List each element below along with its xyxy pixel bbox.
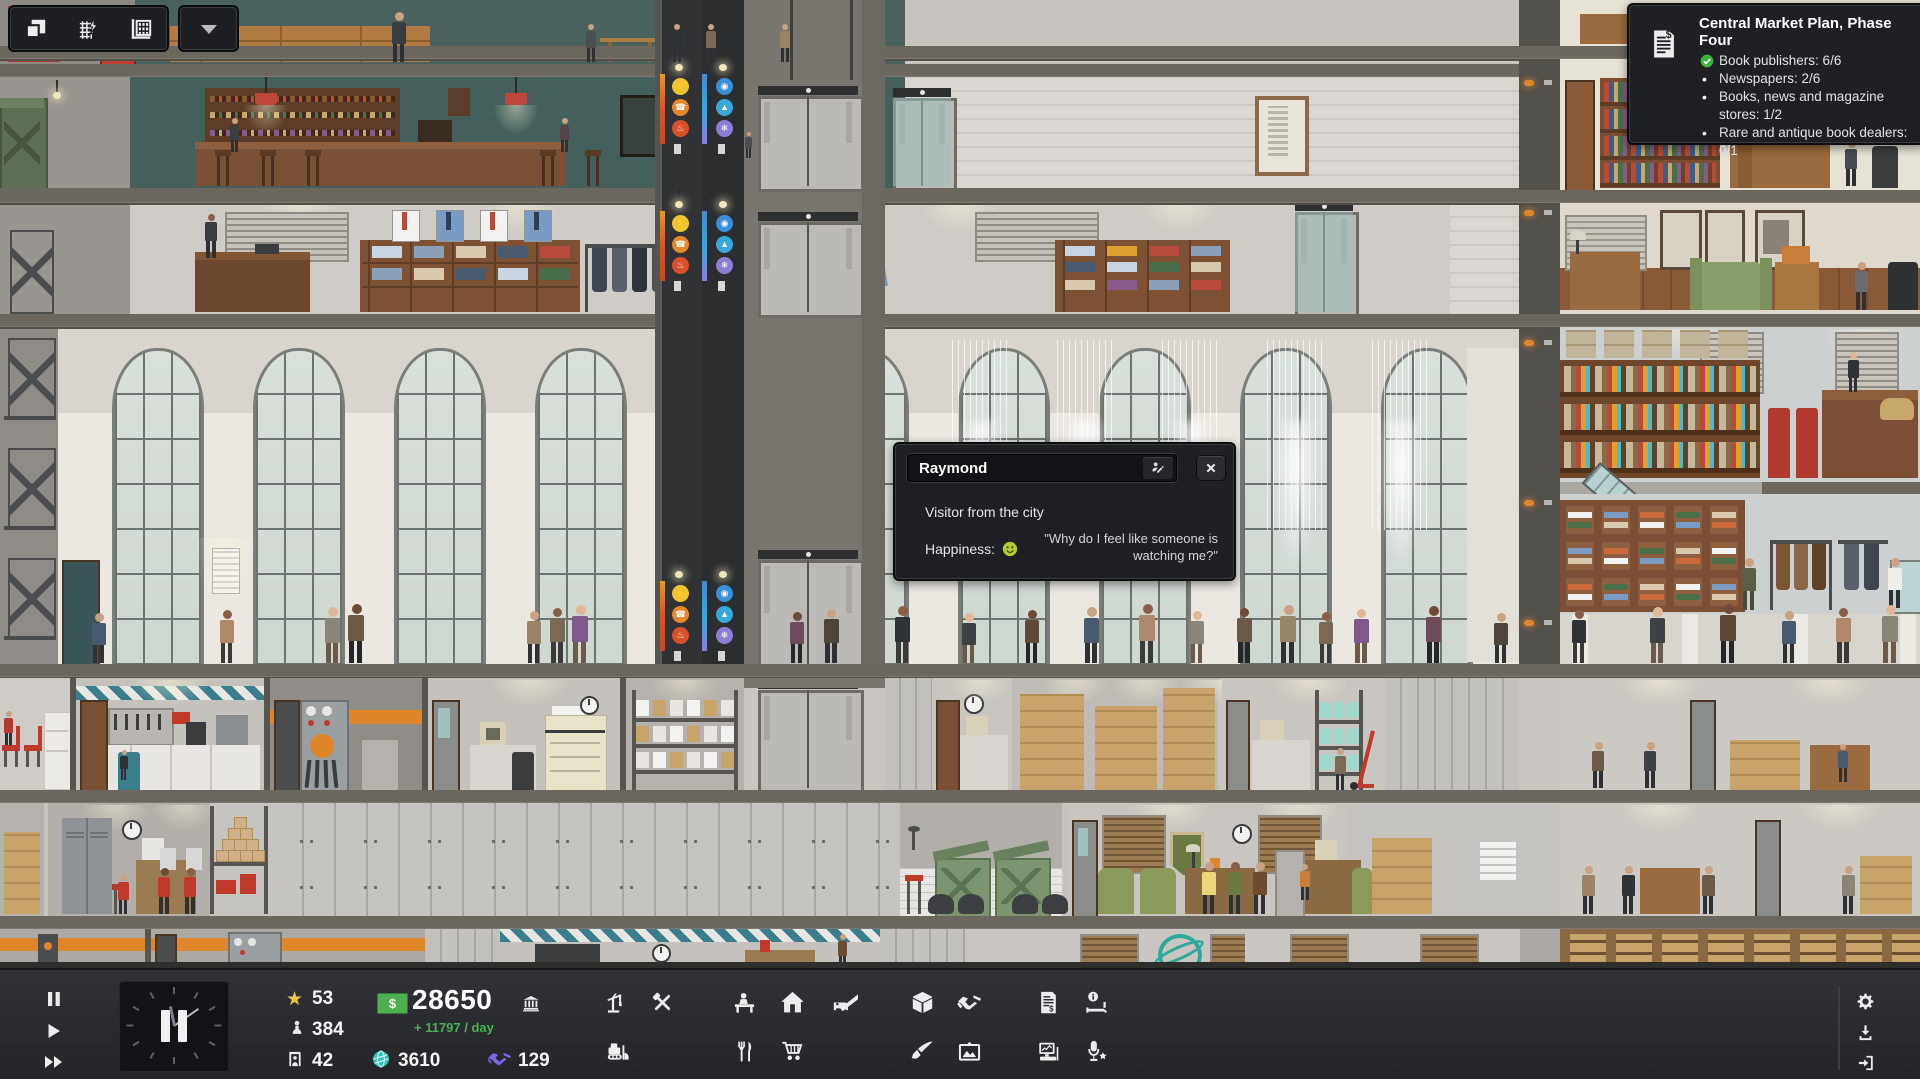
happiness-label: Happiness: [925,541,995,557]
chevron-down-icon [197,17,221,41]
hotel-rooms-icon [831,989,858,1016]
settings-button[interactable] [1855,991,1876,1012]
influence-count: 3610 [398,1050,440,1072]
reports-button[interactable] [1035,1038,1062,1065]
apartments-icon [779,989,806,1016]
build-construction-button[interactable] [604,989,631,1016]
utility-grid-icon [75,16,101,42]
goal-item-text: Book publishers: 6/6 [1719,52,1841,70]
demolish-button[interactable] [604,1038,631,1065]
gear-icon [1855,991,1876,1012]
hotel-rooms-button[interactable] [831,989,858,1016]
hotel-info-icon [1083,989,1110,1016]
building-grid-icon [128,16,154,42]
bullet-icon [1699,88,1719,124]
layers-icon [23,16,49,42]
leases-icon: $ [1035,989,1062,1016]
art-icon [956,1038,983,1065]
goal-item-text: Rare and antique book dealers: 0/1 [1719,124,1911,160]
services-button[interactable] [909,989,936,1016]
events-button[interactable] [1082,1038,1109,1065]
person-role: Visitor from the city [925,504,1044,520]
services-icon [909,989,936,1016]
events-icon [1082,1038,1109,1065]
build-utilities-button[interactable] [649,989,676,1016]
restaurants-icon [731,1038,758,1065]
rename-button[interactable] [1143,457,1173,479]
tenant-count: 42 [312,1050,333,1072]
play-button[interactable] [47,1023,61,1039]
goal-item: Books, news and magazine stores: 1/2 [1699,88,1911,124]
retail-icon [779,1038,806,1065]
happy-face-icon [1001,540,1019,558]
hotel-info-button[interactable] [1083,989,1110,1016]
favors-icon [487,1050,513,1068]
goal-panel[interactable]: $ Central Market Plan, Phase Four Book p… [1627,3,1920,145]
fast-forward-button[interactable] [44,1055,64,1069]
close-icon [1204,461,1218,475]
bullet-icon [1699,124,1719,160]
star-icon: ★ [286,988,303,1011]
person-name-field[interactable]: Raymond [907,454,1177,482]
toolbar-collapse [178,5,239,52]
population-icon [289,1019,305,1036]
goal-item: Rare and antique book dealers: 0/1 [1699,124,1911,160]
influence-icon [371,1049,391,1069]
deals-icon [956,989,983,1016]
exit-door-icon [1857,1054,1875,1072]
person-happiness: Happiness: [925,540,1019,558]
goal-title: Central Market Plan, Phase Four [1699,15,1911,49]
svg-text:$: $ [1666,29,1672,41]
overlay-toolbar [8,5,169,52]
exit-button[interactable] [1857,1054,1875,1072]
cash-amount: 28650 [412,984,492,1016]
check-icon [1699,52,1719,70]
save-button[interactable] [1856,1023,1875,1042]
goal-item: Book publishers: 6/6 [1699,52,1911,70]
offices-icon [731,989,758,1016]
game-clock [119,981,229,1072]
utilities-overlay-button[interactable] [68,11,108,47]
floors-overlay-button[interactable] [121,11,161,47]
decor-icon [909,1038,936,1065]
daily-income: + 11797 / day [414,1020,494,1035]
leases-button[interactable]: $ [1035,989,1062,1016]
restaurants-button[interactable] [731,1038,758,1065]
deals-button[interactable] [956,989,983,1016]
layers-overlay-button[interactable] [16,11,56,47]
tenants-icon [286,1050,304,1068]
svg-text:$: $ [1049,1004,1054,1013]
hud-divider [1838,986,1840,1070]
edit-person-icon [1150,460,1166,476]
decor-button[interactable] [909,1038,936,1065]
person-name: Raymond [907,460,1143,477]
apartments-button[interactable] [779,989,806,1016]
build-construction-icon [604,989,631,1016]
goal-item-text: Books, news and magazine stores: 1/2 [1719,88,1911,124]
demolish-icon [604,1038,631,1065]
bullet-icon [1699,70,1719,88]
goal-item: Newspapers: 2/6 [1699,70,1911,88]
goal-item-text: Newspapers: 2/6 [1719,70,1820,88]
build-utilities-icon [649,989,676,1016]
retail-button[interactable] [779,1038,806,1065]
art-button[interactable] [956,1038,983,1065]
collapse-toolbar-button[interactable] [189,11,229,47]
download-icon [1856,1023,1875,1042]
close-button[interactable] [1197,456,1225,480]
bank-icon[interactable] [521,994,541,1013]
hud-bar: ★ 53 384 42 $ 28650 + 11797 / day 3610 1… [0,968,1920,1079]
population-count: 384 [312,1019,344,1041]
game-window: ⚡☎♨◉▲❄⚡☎♨◉▲❄⚡☎♨◉▲❄ $ Central Market Plan… [0,0,1920,1079]
person-quote: "Why do I feel like someone is watching … [1043,530,1218,564]
favor-count: 129 [518,1050,550,1072]
offices-button[interactable] [731,989,758,1016]
star-count: 53 [312,988,333,1010]
contract-doc-icon: $ [1641,15,1699,160]
pause-button[interactable] [47,991,61,1007]
money-icon: $ [377,993,408,1014]
reports-icon [1035,1038,1062,1065]
person-dialog: Raymond Visitor from the city Happiness:… [893,442,1236,581]
